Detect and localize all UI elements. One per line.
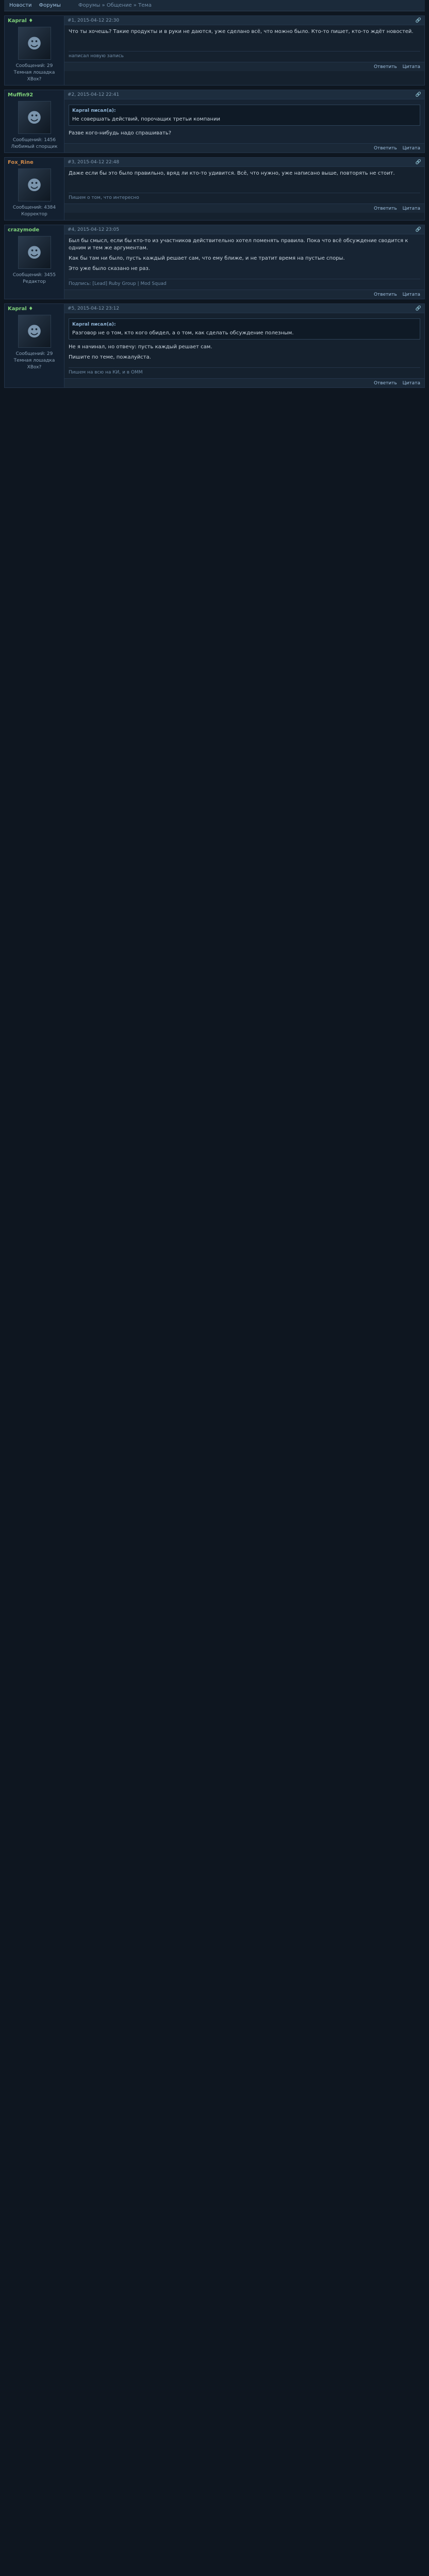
forum-post: Kapral ♦ ☻ Сообщений: 29 Темная лошадка … — [4, 15, 425, 86]
post-link-icon[interactable]: 🔗 — [416, 160, 421, 165]
post-count: Сообщений: 29 — [15, 63, 53, 69]
post-body: #5, 2015-04-12 23:12 🔗 Kapral писал(а): … — [64, 304, 424, 387]
post-header: #1, 2015-04-12 22:30 🔗 — [64, 16, 424, 25]
reply-button[interactable]: Ответить — [374, 292, 397, 297]
post-footer: Ответить Цитата — [64, 62, 424, 71]
user-avatar-icon: ☻ — [26, 323, 42, 340]
forum-post: Fox_Rine ☻ Сообщений: 4384 Корректор #3,… — [4, 157, 425, 221]
reply-button[interactable]: Ответить — [374, 206, 397, 211]
post-count: Сообщений: 4384 — [12, 205, 56, 210]
post-paragraph: Был бы смысл, если бы кто-то из участник… — [69, 238, 408, 251]
post-body: #3, 2015-04-12 22:48 🔗 Даже если бы это … — [64, 158, 424, 220]
quote-text: Не совершать действий, порочащих третьи … — [72, 116, 220, 122]
quote-author: Kapral писал(а): — [72, 108, 116, 113]
post-content: Kapral писал(а): Разговор не о том, кто … — [64, 313, 424, 367]
user-rank: Редактор — [23, 279, 46, 284]
posts-list: Kapral ♦ ☻ Сообщений: 29 Темная лошадка … — [4, 15, 425, 388]
avatar[interactable]: ☻ — [18, 168, 51, 201]
post-header: #2, 2015-04-12 22:41 🔗 — [64, 90, 424, 99]
post-content: Даже если бы это было правильно, вряд ли… — [64, 167, 424, 193]
quote-text: Разговор не о том, кто кого обидел, а о … — [72, 330, 294, 336]
post-header: #3, 2015-04-12 22:48 🔗 — [64, 158, 424, 167]
post-date: #3, 2015-04-12 22:48 — [68, 159, 120, 165]
user-avatar-icon: ☻ — [26, 35, 42, 52]
reply-button[interactable]: Ответить — [374, 146, 397, 151]
post-link-icon[interactable]: 🔗 — [416, 18, 421, 23]
post-signature: написал новую запись — [69, 51, 420, 62]
user-avatar-icon: ☻ — [26, 244, 42, 261]
post-footer: Ответить Цитата — [64, 378, 424, 387]
post-count: Сообщений: 1456 — [12, 138, 56, 143]
post-paragraph: Что ты хочешь? Такие продукты и в руки н… — [69, 29, 414, 35]
quote-button[interactable]: Цитата — [403, 381, 420, 386]
post-signature: Пишем о том, что интересно — [69, 193, 420, 204]
post-footer: Ответить Цитата — [64, 290, 424, 299]
user-rank: Корректор — [21, 212, 47, 217]
post-paragraph: Это уже было сказано не раз. — [69, 266, 150, 272]
post-paragraph: Разве кого-нибудь надо спрашивать? — [69, 130, 172, 136]
post-signature: Пишем на всю на КИ, и в ОММ — [69, 367, 420, 378]
post-footer: Ответить Цитата — [64, 204, 424, 213]
post-content: Что ты хочешь? Такие продукты и в руки н… — [64, 25, 424, 51]
post-body: #2, 2015-04-12 22:41 🔗 Kapral писал(а): … — [64, 90, 424, 152]
breadcrumb: Форумы » Общение » Тема — [78, 3, 152, 8]
post-date: #2, 2015-04-12 22:41 — [68, 92, 120, 97]
post-quote: Kapral писал(а): Разговор не о том, кто … — [69, 318, 420, 340]
username[interactable]: Kapral ♦ — [8, 18, 61, 24]
user-avatar-icon: ☻ — [26, 109, 42, 126]
user-rank: Любимый спорщик — [11, 144, 58, 149]
post-header: #4, 2015-04-12 23:05 🔗 — [64, 225, 424, 234]
username[interactable]: Kapral ♦ — [8, 306, 61, 312]
user-rank: Темная лошадка XBox? — [13, 70, 55, 82]
forum-post: Muffin92 ☻ Сообщений: 1456 Любимый спорщ… — [4, 90, 425, 153]
post-link-icon[interactable]: 🔗 — [416, 92, 421, 97]
user-info: Fox_Rine ☻ Сообщений: 4384 Корректор — [5, 158, 64, 220]
post-body: #1, 2015-04-12 22:30 🔗 Что ты хочешь? Та… — [64, 16, 424, 85]
user-info: Muffin92 ☻ Сообщений: 1456 Любимый спорщ… — [5, 90, 64, 152]
post-date: #4, 2015-04-12 23:05 — [68, 227, 120, 232]
post-content: Был бы смысл, если бы кто-то из участник… — [64, 234, 424, 279]
post-signature: Подпись: [Lead] Ruby Group | Mod Squad — [69, 279, 420, 290]
user-avatar-icon: ☻ — [26, 176, 42, 194]
nav-news[interactable]: Новости — [9, 3, 31, 8]
post-count: Сообщений: 29 — [15, 351, 53, 357]
quote-button[interactable]: Цитата — [403, 64, 420, 70]
post-header: #5, 2015-04-12 23:12 🔗 — [64, 304, 424, 313]
post-content: Kapral писал(а): Не совершать действий, … — [64, 99, 424, 143]
quote-button[interactable]: Цитата — [403, 206, 420, 211]
reply-button[interactable]: Ответить — [374, 64, 397, 70]
post-link-icon[interactable]: 🔗 — [416, 227, 421, 232]
post-body: #4, 2015-04-12 23:05 🔗 Был бы смысл, есл… — [64, 225, 424, 299]
avatar[interactable]: ☻ — [18, 101, 51, 134]
reply-button[interactable]: Ответить — [374, 381, 397, 386]
post-date: #1, 2015-04-12 22:30 — [68, 18, 120, 23]
user-info: crazymode ☻ Сообщений: 3455 Редактор — [5, 225, 64, 299]
nav-forums[interactable]: Форумы — [39, 3, 60, 8]
post-count: Сообщений: 3455 — [12, 273, 56, 278]
avatar[interactable]: ☻ — [18, 236, 51, 269]
username[interactable]: Muffin92 — [8, 92, 61, 98]
forum-post: Kapral ♦ ☻ Сообщений: 29 Темная лошадка … — [4, 303, 425, 388]
user-info: Kapral ♦ ☻ Сообщений: 29 Темная лошадка … — [5, 304, 64, 387]
post-footer: Ответить Цитата — [64, 143, 424, 152]
username[interactable]: crazymode — [8, 227, 61, 233]
post-paragraph: Даже если бы это было правильно, вряд ли… — [69, 171, 395, 176]
top-navigation: Новости Форумы Форумы » Общение » Тема — [4, 0, 425, 11]
post-paragraph: Пишите по теме, пожалуйста. — [69, 354, 151, 360]
username[interactable]: Fox_Rine — [8, 160, 61, 165]
quote-author: Kapral писал(а): — [72, 322, 116, 327]
user-info: Kapral ♦ ☻ Сообщений: 29 Темная лошадка … — [5, 16, 64, 85]
avatar[interactable]: ☻ — [18, 315, 51, 348]
post-link-icon[interactable]: 🔗 — [416, 306, 421, 311]
quote-button[interactable]: Цитата — [403, 146, 420, 151]
post-quote: Kapral писал(а): Не совершать действий, … — [69, 105, 420, 126]
avatar[interactable]: ☻ — [18, 27, 51, 60]
post-paragraph: Не я начинал, но отвечу: пусть каждый ре… — [69, 344, 212, 350]
forum-page: Новости Форумы Форумы » Общение » Тема K… — [0, 0, 429, 388]
post-date: #5, 2015-04-12 23:12 — [68, 306, 120, 311]
forum-post: crazymode ☻ Сообщений: 3455 Редактор #4,… — [4, 225, 425, 299]
user-rank: Темная лошадка XBox? — [13, 358, 55, 370]
post-paragraph: Как бы там ни было, пусть каждый решает … — [69, 256, 345, 261]
quote-button[interactable]: Цитата — [403, 292, 420, 297]
